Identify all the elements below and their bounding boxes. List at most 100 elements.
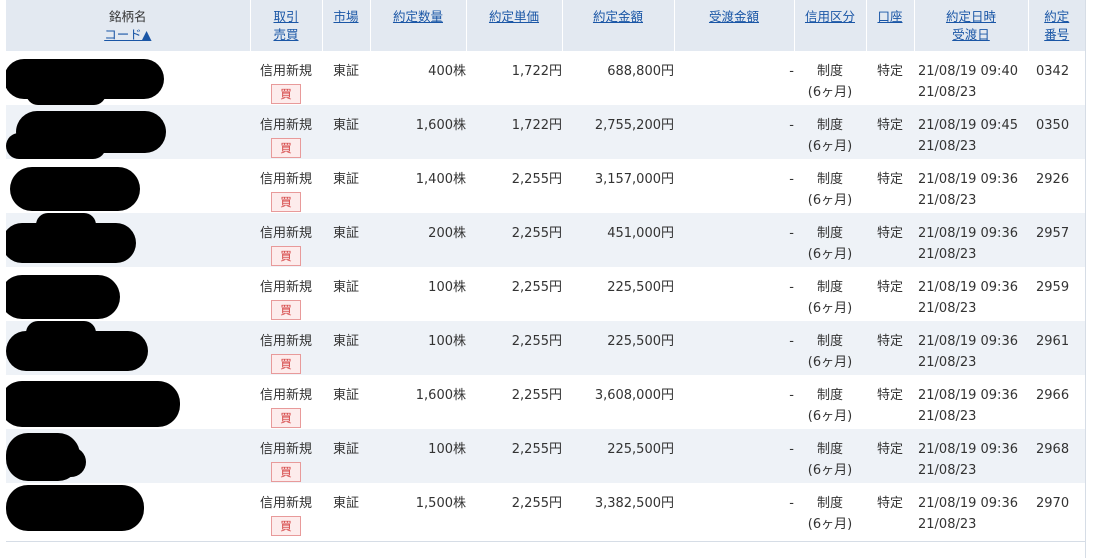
account-text: 特定 <box>876 496 903 511</box>
account-text: 特定 <box>876 226 903 241</box>
table-row: 信用新規買東証 1,500株 2,255円 3,382,500円 - 制度 (6ヶ月) 特定 2… <box>6 483 1085 537</box>
trade-type-text: 信用新規 <box>259 64 312 79</box>
amount-text: 3,157,000円 <box>594 172 674 187</box>
delivery-date-text: 21/08/23 <box>918 463 977 478</box>
trade-type-text: 信用新規 <box>259 280 312 295</box>
header-order-no-link-1[interactable]: 約定 <box>1029 8 1086 26</box>
header-side-link[interactable]: 売買 <box>251 26 322 44</box>
margin-type-cell: 制度 (6ヶ月) <box>794 213 866 267</box>
header-quantity[interactable]: 約定数量 <box>369 0 466 51</box>
trade-type-text: 信用新規 <box>259 496 312 511</box>
stock-name-cell <box>6 159 250 213</box>
margin-type-text: 制度 <box>816 64 843 79</box>
trade-type-text: 信用新規 <box>259 226 312 241</box>
order-no-cell: 2926 <box>1028 159 1085 213</box>
header-trade-type[interactable]: 取引 売買 <box>249 0 322 51</box>
amount-text: 225,500円 <box>607 334 674 349</box>
unit-price-text: 1,722円 <box>511 64 562 79</box>
header-order-no[interactable]: 約定 番号 <box>1027 0 1086 51</box>
exec-datetime-text: 21/08/19 09:36 <box>918 334 1018 349</box>
quantity-cell: 100株 <box>370 321 466 375</box>
quantity-text: 200株 <box>428 226 466 241</box>
unit-price-text: 2,255円 <box>511 172 562 187</box>
amount-text: 3,608,000円 <box>594 388 674 403</box>
margin-type-cell: 制度 (6ヶ月) <box>794 159 866 213</box>
settlement-amount-text: - <box>789 388 794 403</box>
header-margin-type[interactable]: 信用区分 <box>793 0 866 51</box>
header-stock-name-label: 銘柄名 <box>108 8 147 24</box>
trade-type-cell: 信用新規買 <box>250 105 322 159</box>
quantity-text: 1,500株 <box>415 496 466 511</box>
header-quantity-link[interactable]: 約定数量 <box>393 9 443 24</box>
buy-badge: 買 <box>271 516 301 536</box>
header-unit-price-link[interactable]: 約定単価 <box>489 9 539 24</box>
header-account-link[interactable]: 口座 <box>877 9 902 24</box>
margin-type-text: 制度 <box>816 118 843 133</box>
header-settlement-amount[interactable]: 受渡金額 <box>673 0 794 51</box>
header-datetime[interactable]: 約定日時 受渡日 <box>913 0 1028 51</box>
order-no-text: 0350 <box>1036 118 1070 133</box>
header-delivery-date-link[interactable]: 受渡日 <box>915 26 1028 44</box>
unit-price-cell: 2,255円 <box>466 213 562 267</box>
table-footer-area <box>6 541 1085 559</box>
datetime-cell: 21/08/19 09:36 21/08/23 <box>914 159 1028 213</box>
unit-price-cell: 2,255円 <box>466 159 562 213</box>
table-row: 信用新規買東証 100株 2,255円 225,500円 - 制度 (6ヶ月) 特定 21/08… <box>6 429 1085 483</box>
market-cell: 東証 <box>322 483 370 537</box>
amount-cell: 225,500円 <box>562 321 674 375</box>
market-text: 東証 <box>332 388 359 403</box>
header-exec-datetime-link[interactable]: 約定日時 <box>915 8 1028 26</box>
redaction-mark <box>26 81 106 105</box>
buy-badge: 買 <box>271 462 301 482</box>
margin-term-text: (6ヶ月) <box>807 139 853 154</box>
header-code-sort-link[interactable]: コード▲ <box>6 26 250 44</box>
datetime-cell: 21/08/19 09:36 21/08/23 <box>914 375 1028 429</box>
header-market-link[interactable]: 市場 <box>333 9 358 24</box>
delivery-date-text: 21/08/23 <box>918 85 977 100</box>
margin-type-cell: 制度 (6ヶ月) <box>794 375 866 429</box>
header-order-no-link-2[interactable]: 番号 <box>1029 26 1086 44</box>
unit-price-text: 1,722円 <box>511 118 562 133</box>
header-account[interactable]: 口座 <box>865 0 914 51</box>
account-cell: 特定 <box>866 105 914 159</box>
header-margin-type-link[interactable]: 信用区分 <box>805 9 855 24</box>
header-market[interactable]: 市場 <box>321 0 370 51</box>
margin-term-text: (6ヶ月) <box>807 517 853 532</box>
header-unit-price[interactable]: 約定単価 <box>465 0 562 51</box>
header-stock-name[interactable]: 銘柄名 コード▲ <box>6 0 250 51</box>
quantity-cell: 100株 <box>370 267 466 321</box>
market-text: 東証 <box>332 442 359 457</box>
unit-price-cell: 2,255円 <box>466 375 562 429</box>
header-amount-link[interactable]: 約定金額 <box>593 9 643 24</box>
margin-type-text: 制度 <box>816 172 843 187</box>
order-no-cell: 2957 <box>1028 213 1085 267</box>
header-trade-type-link[interactable]: 取引 <box>251 8 322 26</box>
header-settlement-amount-link[interactable]: 受渡金額 <box>709 9 759 24</box>
settlement-amount-cell: - <box>674 429 794 483</box>
unit-price-text: 2,255円 <box>511 388 562 403</box>
stock-name-cell <box>6 105 250 159</box>
buy-badge: 買 <box>271 84 301 104</box>
trade-type-cell: 信用新規買 <box>250 51 322 105</box>
delivery-date-text: 21/08/23 <box>918 517 977 532</box>
settlement-amount-cell: - <box>674 375 794 429</box>
order-no-text: 2970 <box>1036 496 1070 511</box>
order-no-cell: 0342 <box>1028 51 1085 105</box>
order-no-text: 2968 <box>1036 442 1070 457</box>
margin-term-text: (6ヶ月) <box>807 247 853 262</box>
margin-type-cell: 制度 (6ヶ月) <box>794 321 866 375</box>
market-cell: 東証 <box>322 267 370 321</box>
order-no-text: 2966 <box>1036 388 1070 403</box>
quantity-text: 1,600株 <box>415 118 466 133</box>
trade-type-text: 信用新規 <box>259 118 312 133</box>
account-cell: 特定 <box>866 267 914 321</box>
account-cell: 特定 <box>866 213 914 267</box>
execution-table: 銘柄名 コード▲ 取引 売買 市場 約定数量 約定単価 約定金額 受渡金額 信用… <box>6 0 1085 537</box>
header-amount[interactable]: 約定金額 <box>561 0 674 51</box>
market-cell: 東証 <box>322 51 370 105</box>
delivery-date-text: 21/08/23 <box>918 139 977 154</box>
stock-name-cell <box>6 375 250 429</box>
market-cell: 東証 <box>322 429 370 483</box>
margin-type-text: 制度 <box>816 226 843 241</box>
exec-datetime-text: 21/08/19 09:36 <box>918 280 1018 295</box>
